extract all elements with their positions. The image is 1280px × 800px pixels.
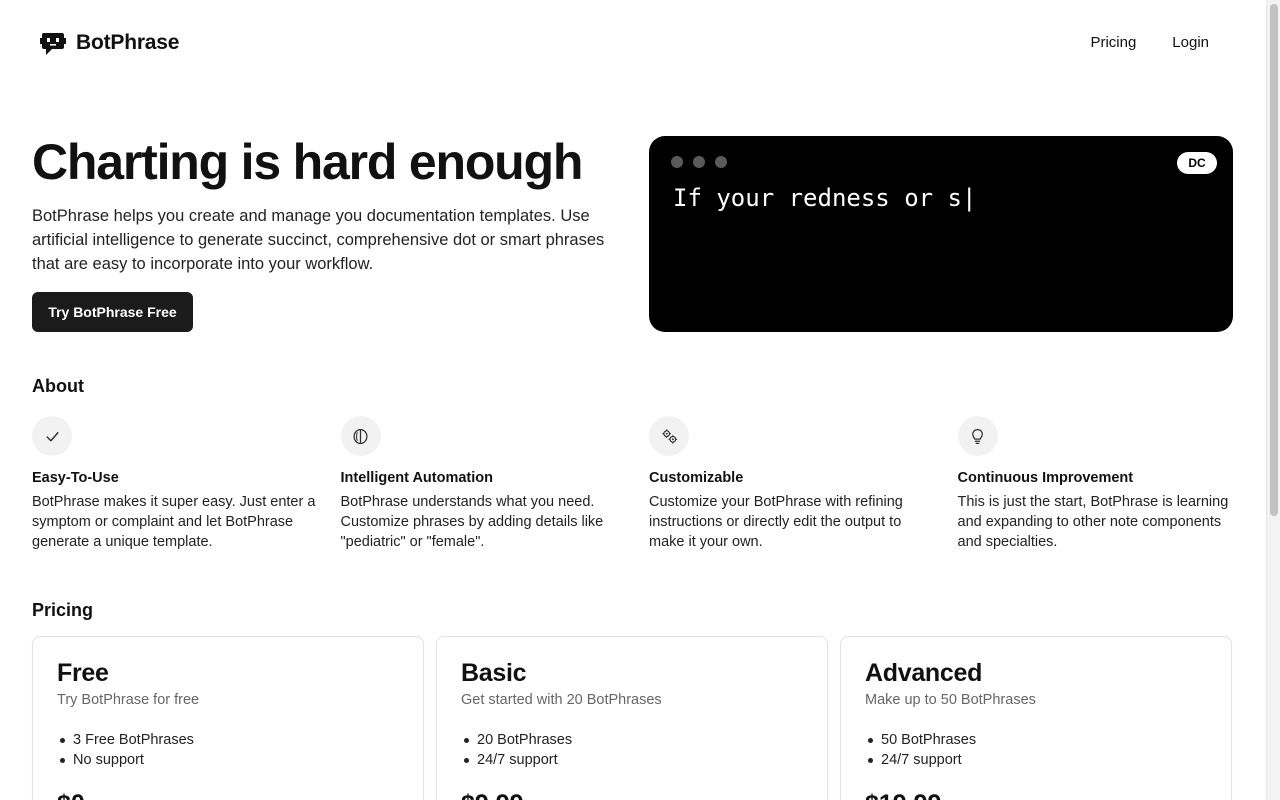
plan-features: 3 Free BotPhrases No support <box>57 730 399 770</box>
nav-pricing-link[interactable]: Pricing <box>1090 34 1136 51</box>
feature-desc: BotPhrase makes it super easy. Just ente… <box>32 494 316 550</box>
brain-icon <box>340 416 381 456</box>
bot-chat-icon <box>40 33 66 55</box>
list-item: 20 BotPhrases <box>461 730 803 750</box>
plan-price: $19.99 <box>865 790 1207 800</box>
terminal-badge: DC <box>1177 152 1217 174</box>
feature-customizable: Customizable Customize your BotPhrase wi… <box>649 416 958 552</box>
window-dot <box>671 156 683 168</box>
plan-features: 20 BotPhrases 24/7 support <box>461 730 803 770</box>
feature-title: Easy-To-Use <box>32 470 119 486</box>
plan-card-basic[interactable]: Basic Get started with 20 BotPhrases 20 … <box>436 636 828 800</box>
top-nav: Pricing Login <box>1090 34 1209 51</box>
plan-card-advanced[interactable]: Advanced Make up to 50 BotPhrases 50 Bot… <box>840 636 1232 800</box>
pricing-title: Pricing <box>32 600 94 620</box>
page: BotPhrase Pricing Login Charting is hard… <box>0 0 1266 800</box>
hero-title: Charting is hard enough <box>32 134 583 190</box>
header: BotPhrase Pricing Login <box>0 0 1266 88</box>
pricing-cards: Free Try BotPhrase for free 3 Free BotPh… <box>32 636 1232 800</box>
list-item: No support <box>57 750 399 770</box>
feature-desc: BotPhrase understands what you need. Cus… <box>340 494 604 550</box>
window-dot <box>693 156 705 168</box>
plan-name: Advanced <box>865 659 983 687</box>
feature-desc: This is just the start, BotPhrase is lea… <box>957 494 1229 550</box>
page-scrollbar[interactable] <box>1266 0 1280 800</box>
hero-description: BotPhrase helps you create and manage yo… <box>32 207 605 273</box>
feature-continuous-improvement: Continuous Improvement This is just the … <box>957 416 1267 552</box>
try-free-button[interactable]: Try BotPhrase Free <box>32 292 193 332</box>
feature-title: Customizable <box>649 470 744 486</box>
feature-easy-to-use: Easy-To-Use BotPhrase makes it super eas… <box>32 416 341 552</box>
plan-name: Free <box>57 659 109 687</box>
feature-intelligent-automation: Intelligent Automation BotPhrase underst… <box>340 416 650 552</box>
list-item: 50 BotPhrases <box>865 730 1207 750</box>
brand-logo[interactable]: BotPhrase <box>40 30 179 56</box>
plan-subtitle: Get started with 20 BotPhrases <box>461 692 662 708</box>
nav-login-link[interactable]: Login <box>1172 34 1209 51</box>
plan-name: Basic <box>461 659 527 687</box>
window-dots <box>671 156 727 168</box>
plan-features: 50 BotPhrases 24/7 support <box>865 730 1207 770</box>
gears-icon <box>649 416 689 456</box>
feature-title: Continuous Improvement <box>957 470 1134 486</box>
list-item: 24/7 support <box>461 750 803 770</box>
feature-title: Intelligent Automation <box>340 470 494 486</box>
plan-subtitle: Try BotPhrase for free <box>57 692 200 708</box>
window-dot <box>715 156 727 168</box>
plan-subtitle: Make up to 50 BotPhrases <box>865 692 1036 708</box>
features-grid: Easy-To-Use BotPhrase makes it super eas… <box>32 416 1266 552</box>
list-item: 24/7 support <box>865 750 1207 770</box>
plan-card-free[interactable]: Free Try BotPhrase for free 3 Free BotPh… <box>32 636 424 800</box>
feature-desc: Customize your BotPhrase with refining i… <box>649 494 903 550</box>
typing-text: If your redness or s| <box>673 184 977 212</box>
plan-price: $9.99 <box>461 790 803 800</box>
brand-name: BotPhrase <box>76 31 180 54</box>
plan-price: $0 <box>57 790 399 800</box>
list-item: 3 Free BotPhrases <box>57 730 399 750</box>
scrollbar-thumb[interactable] <box>1270 4 1278 516</box>
check-icon <box>32 416 72 456</box>
about-title: About <box>32 376 84 396</box>
demo-terminal: DC If your redness or s| <box>649 136 1233 332</box>
lightbulb-icon <box>957 416 998 456</box>
